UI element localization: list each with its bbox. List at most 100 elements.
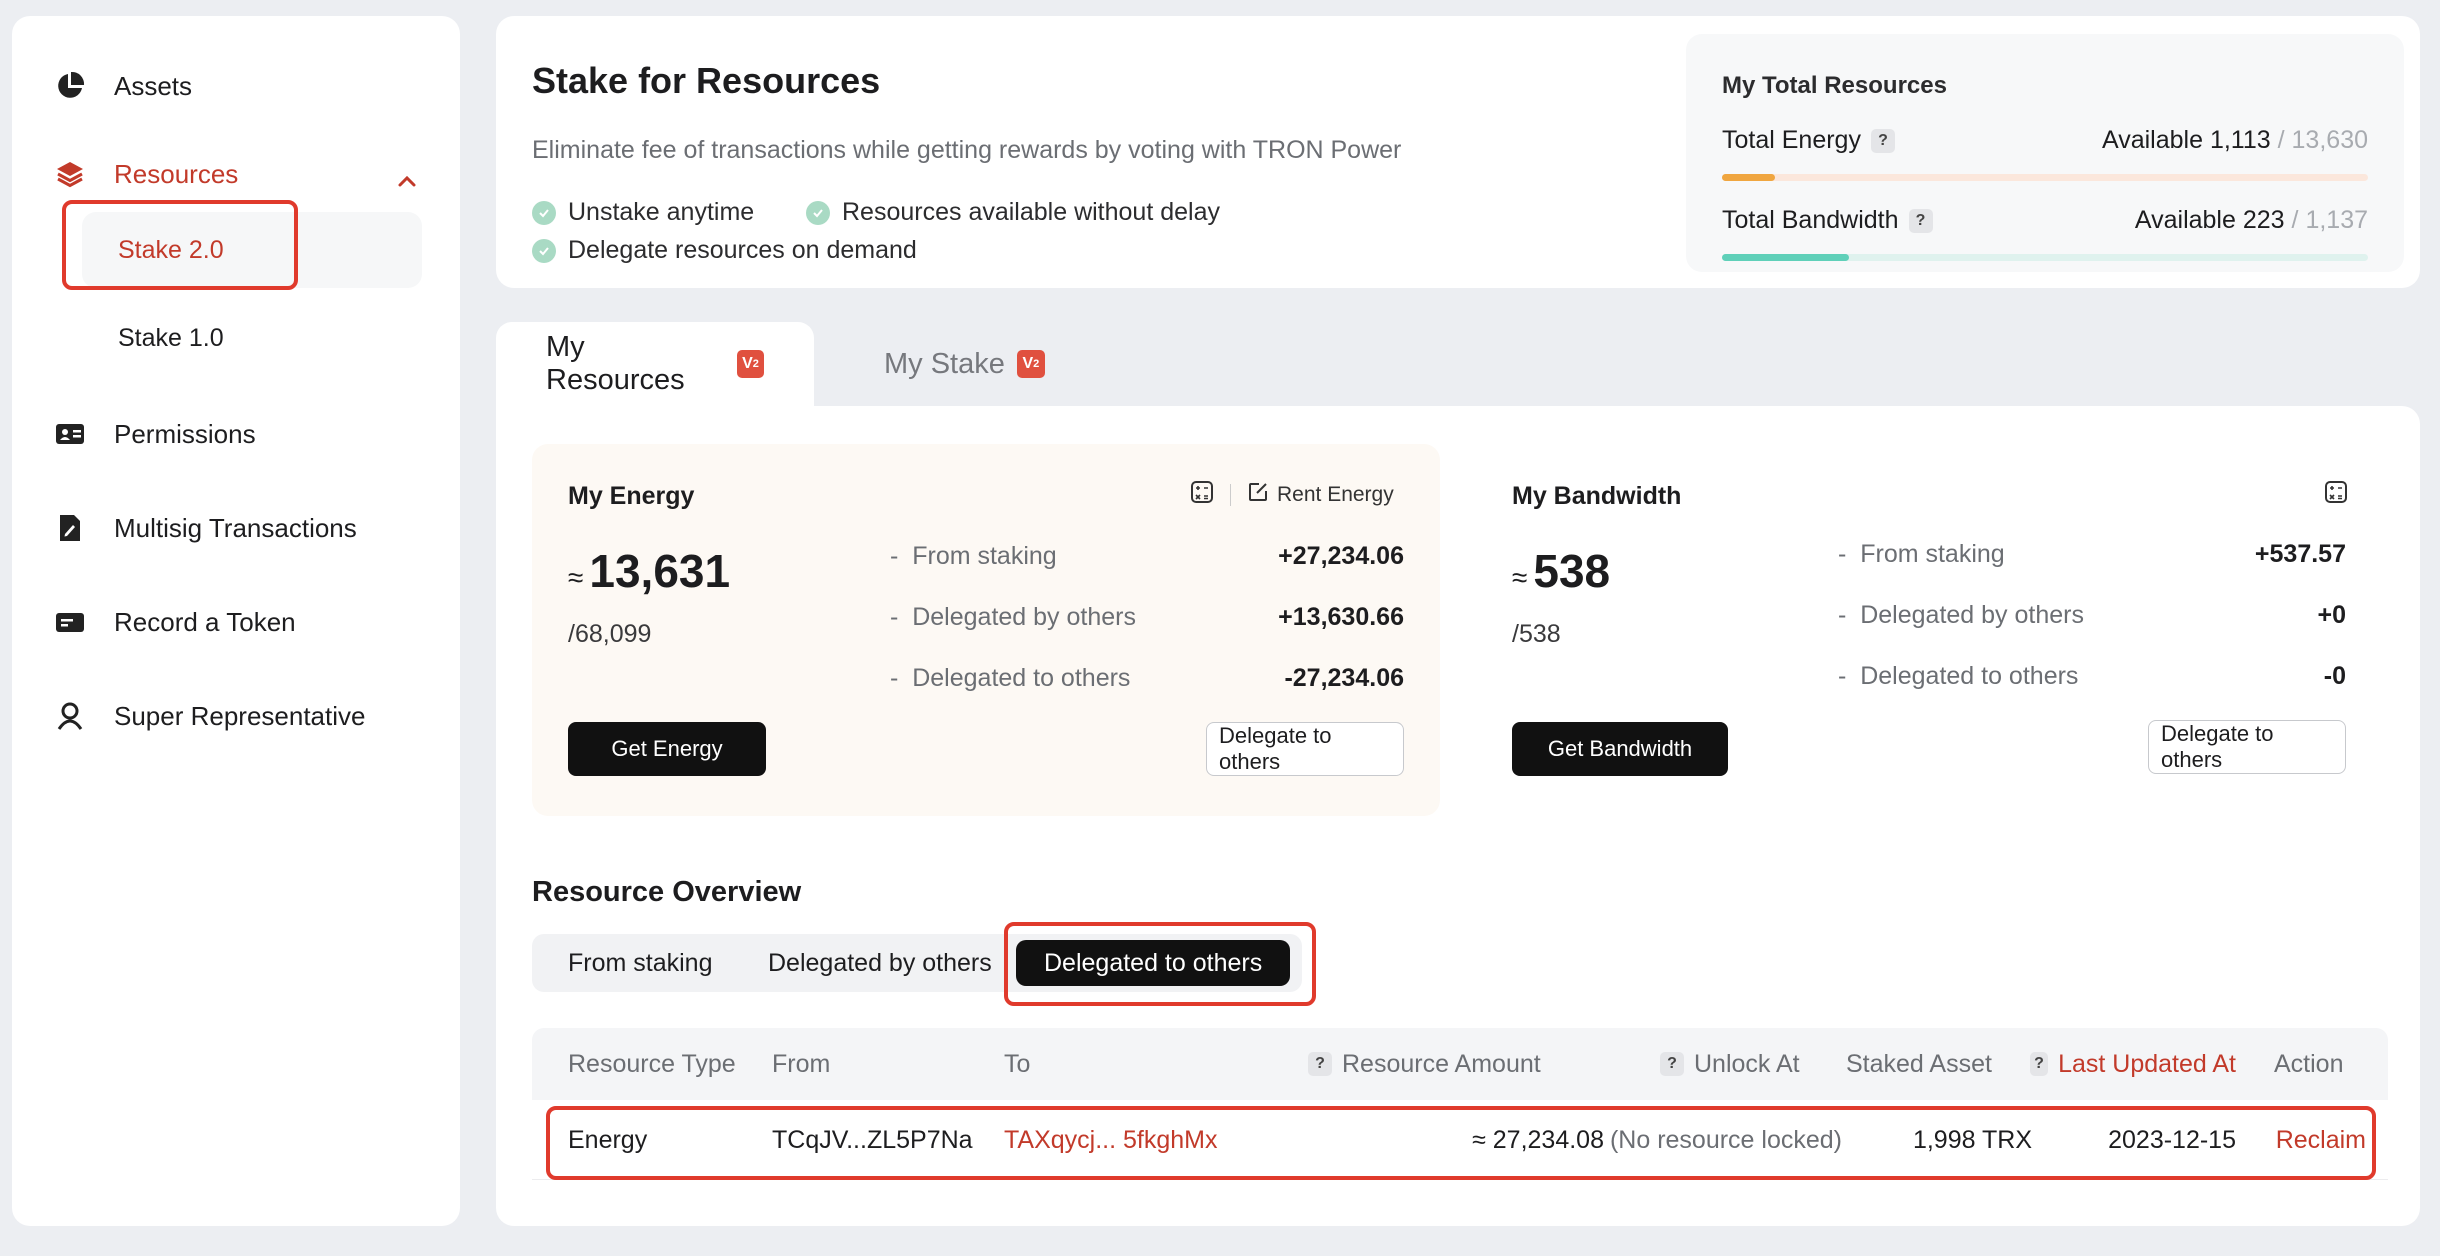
column-header: To	[1004, 1049, 1031, 1078]
reclaim-button[interactable]: Reclaim	[2260, 1100, 2366, 1180]
bandwidth-card-actions	[2324, 480, 2348, 510]
available-label: Available	[2101, 126, 2203, 154]
tab-my-stake[interactable]: My Stake V2	[834, 322, 1095, 406]
bandwidth-available: 223	[2242, 206, 2285, 234]
line-value: -0	[2323, 662, 2346, 690]
available-label: Available	[2134, 206, 2236, 234]
pie-chart-icon	[52, 68, 88, 104]
bandwidth-card-title: My Bandwidth	[1512, 482, 1682, 510]
help-icon[interactable]: ?	[1660, 1052, 1684, 1076]
column-header-amount: ? Resource Amount	[1308, 1028, 1541, 1100]
approx-sign: ≈	[568, 562, 584, 593]
separator: /	[2277, 126, 2285, 154]
segment-from-staking[interactable]: From staking	[568, 934, 712, 992]
total-energy-value: Available 1,113 / 13,630	[2102, 126, 2368, 155]
sidebar-item-label: Super Representative	[114, 700, 366, 731]
total-bandwidth-row: Total Bandwidth ? Available 223 / 1,137	[1722, 206, 2368, 235]
check-circle-icon	[806, 200, 830, 225]
table-row: Energy TCqJV...ZL5P7Na TAXqycj... 5fkghM…	[532, 1100, 2388, 1180]
separator: /	[2291, 206, 2299, 234]
column-header: From	[772, 1049, 831, 1078]
sidebar-item-super-representative[interactable]: Super Representative	[52, 698, 365, 734]
sidebar-subitem-stake-1[interactable]: Stake 1.0	[82, 300, 422, 376]
feature-item: Unstake anytime	[532, 198, 754, 227]
header-card: Stake for Resources Eliminate fee of tra…	[496, 16, 2420, 288]
line-value: -27,234.06	[1284, 664, 1404, 692]
sidebar-subitem-label: Stake 1.0	[118, 323, 224, 352]
sidebar-item-multisig[interactable]: Multisig Transactions	[52, 510, 357, 546]
energy-max: /68,099	[568, 620, 652, 648]
chevron-up-icon[interactable]	[392, 166, 422, 196]
line-label: From staking	[912, 542, 1057, 570]
bandwidth-line: - Delegated by others +0	[1838, 601, 2346, 630]
help-icon[interactable]: ?	[2030, 1052, 2049, 1076]
line-value: +13,630.66	[1278, 603, 1404, 631]
sidebar-item-assets[interactable]: Assets	[52, 68, 192, 104]
rent-energy-link[interactable]: Rent Energy	[1247, 481, 1394, 509]
energy-progress-fill	[1722, 174, 1775, 181]
dash: -	[1838, 662, 1861, 690]
v2-badge-icon: V2	[736, 350, 764, 378]
cell-to-link[interactable]: TAXqycj... 5fkghMx	[1004, 1100, 1218, 1180]
cell-staked-asset: 1,998 TRX	[1912, 1125, 2032, 1154]
cell-last-updated: 2023-12-15	[2108, 1125, 2236, 1154]
help-icon[interactable]: ?	[1908, 208, 1933, 233]
tab-my-resources[interactable]: My Resources V2	[496, 322, 814, 406]
id-card-icon	[52, 416, 88, 452]
column-label: Last Updated At	[2058, 1049, 2236, 1078]
rent-energy-label: Rent Energy	[1277, 483, 1394, 506]
total-resources-panel: My Total Resources Total Energy ? Availa…	[1686, 34, 2404, 272]
delegate-energy-button[interactable]: Delegate to others	[1206, 722, 1404, 776]
total-energy-label: Total Energy	[1722, 126, 1861, 154]
dash: -	[890, 603, 913, 631]
get-energy-button[interactable]: Get Energy	[568, 722, 766, 776]
approx-sign: ≈	[1512, 562, 1528, 593]
sidebar-subitem-label: Stake 2.0	[118, 235, 224, 264]
energy-value: ≈ 13,631	[568, 544, 730, 598]
line-label: Delegated to others	[1860, 662, 2079, 690]
bandwidth-line: - Delegated to others -0	[1838, 662, 2346, 691]
column-header-last-updated[interactable]: ? Last Updated At	[2030, 1028, 2236, 1100]
total-resources-title: My Total Resources	[1722, 72, 1947, 99]
person-icon	[52, 698, 88, 734]
bandwidth-line: - From staking +537.57	[1838, 540, 2346, 569]
calculator-icon[interactable]	[1190, 480, 1214, 510]
sidebar-item-resources[interactable]: Resources	[52, 156, 238, 192]
divider	[1230, 484, 1231, 506]
help-icon[interactable]: ?	[1870, 128, 1895, 153]
sidebar-item-permissions[interactable]: Permissions	[52, 416, 256, 452]
bandwidth-card: My Bandwidth ≈ 538 /538 - From staking +…	[1476, 444, 2384, 816]
column-header: Staked Asset	[1846, 1049, 1992, 1078]
line-label: Delegated by others	[912, 603, 1136, 631]
segment-delegated-to-others[interactable]: Delegated to others	[1016, 940, 1291, 986]
bandwidth-max: /538	[1512, 620, 1561, 648]
tab-label: My Resources	[546, 331, 685, 396]
dash: -	[1838, 601, 1861, 629]
energy-available: 1,113	[2209, 126, 2271, 154]
resource-tabs: My Resources V2 My Stake V2	[496, 322, 2420, 406]
dash: -	[890, 542, 913, 570]
bandwidth-amount: 538	[1533, 545, 1611, 597]
page-title: Stake for Resources	[532, 60, 881, 101]
v2-badge-icon: V2	[1016, 350, 1045, 378]
column-label: Resource Amount	[1342, 1049, 1541, 1078]
dash: -	[890, 664, 913, 692]
overview-segmented-control: From staking Delegated by others Delegat…	[532, 934, 1302, 992]
get-bandwidth-button[interactable]: Get Bandwidth	[1512, 722, 1728, 776]
energy-amount: 13,631	[589, 545, 731, 597]
cell-from: TCqJV...ZL5P7Na	[772, 1125, 973, 1154]
sidebar-subitem-stake-2[interactable]: Stake 2.0	[82, 212, 422, 288]
cell-amount: ≈ 27,234.08	[1472, 1125, 1604, 1154]
tab-label: My Stake	[884, 347, 1005, 380]
feature-item: Delegate resources on demand	[532, 236, 917, 265]
sidebar-item-label: Record a Token	[114, 606, 296, 637]
line-label: From staking	[1860, 540, 2005, 568]
help-icon[interactable]: ?	[1308, 1052, 1332, 1076]
energy-card: My Energy Rent Energy ≈ 13,631 /68,099 -…	[532, 444, 1440, 816]
feature-label: Unstake anytime	[568, 198, 755, 226]
sidebar-item-record-token[interactable]: Record a Token	[52, 604, 296, 640]
segment-delegated-by-others[interactable]: Delegated by others	[768, 934, 992, 992]
calculator-icon[interactable]	[2324, 480, 2348, 510]
sidebar: Assets Resources Stake 2.0 Stake 1.0 Per…	[12, 16, 460, 1226]
delegate-bandwidth-button[interactable]: Delegate to others	[2148, 720, 2346, 774]
